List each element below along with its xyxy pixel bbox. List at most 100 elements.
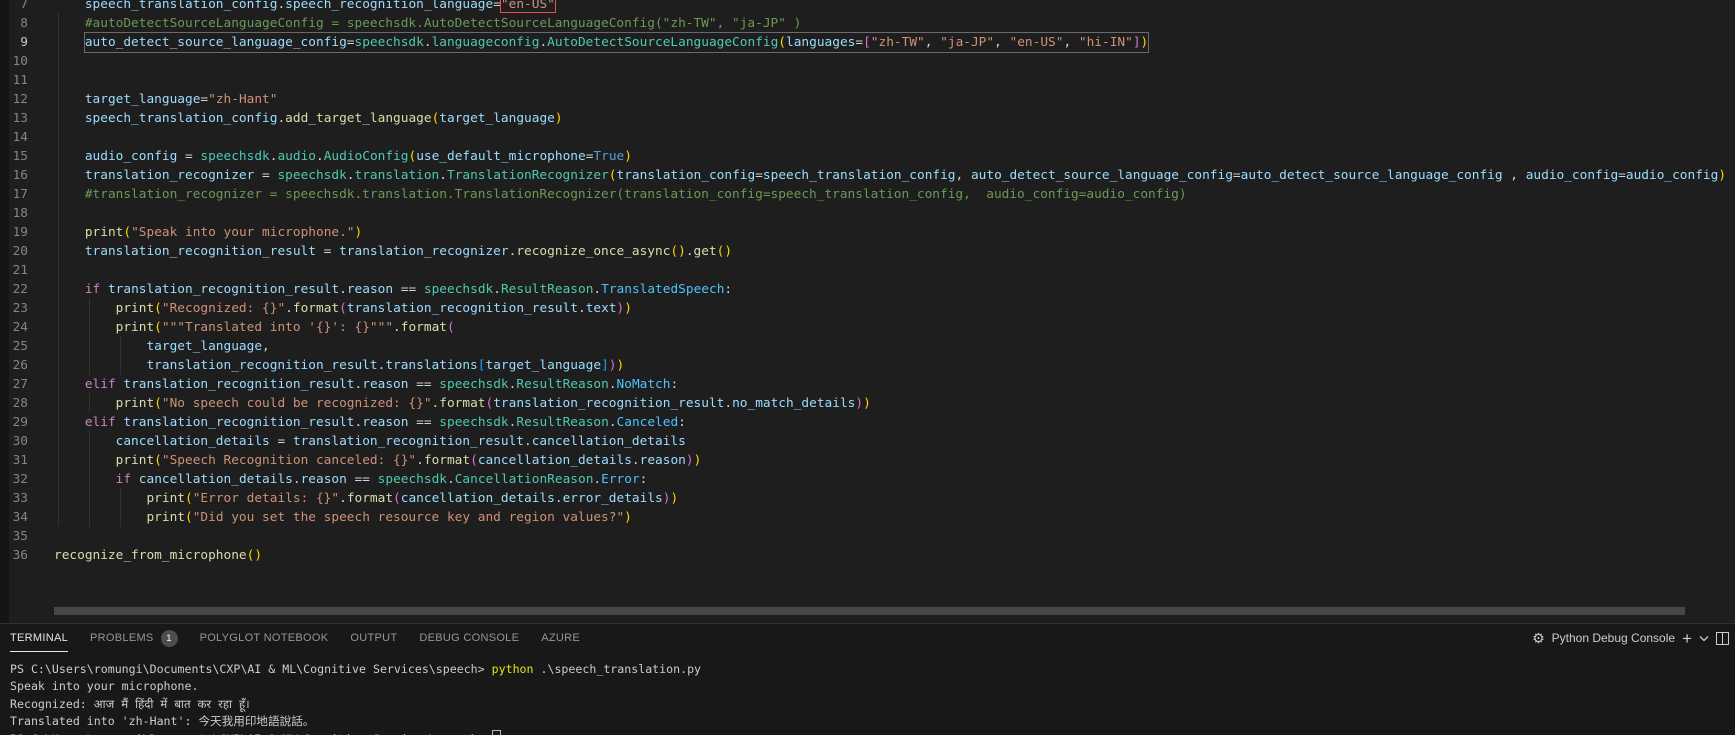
code-line[interactable]: 34 print("Did you set the speech resourc… — [9, 508, 1735, 527]
code-line[interactable]: 29 elif translation_recognition_result. r… — [9, 413, 1735, 432]
panel-tab-debug-console[interactable]: DEBUG CONSOLE — [419, 624, 519, 652]
line-number[interactable]: 11 — [9, 71, 44, 90]
line-number[interactable]: 23 — [9, 299, 44, 318]
line-number[interactable]: 25 — [9, 337, 44, 356]
code-text: translation_recognition_result = transla… — [54, 242, 732, 261]
editor-pane[interactable]: 7 speech_translation_config.speech_recog… — [9, 0, 1735, 623]
line-number[interactable]: 12 — [9, 90, 44, 109]
code-text: recognize_from_microphone() — [54, 546, 262, 565]
line-number[interactable]: 28 — [9, 394, 44, 413]
token: = — [200, 91, 209, 107]
new-terminal-icon[interactable]: + — [1682, 630, 1692, 647]
code-text: print("Did you set the speech resource k… — [54, 508, 631, 527]
code-line[interactable]: 14 — [9, 128, 1735, 147]
code-line[interactable]: 36 recognize_from_microphone() — [9, 546, 1735, 565]
code-line[interactable]: 23 print("Recognized: {}".format(transla… — [9, 299, 1735, 318]
code-line[interactable]: 16 translation_recognizer = speechsdk.tr… — [9, 166, 1735, 185]
line-number[interactable]: 24 — [9, 318, 44, 337]
line-number[interactable]: 26 — [9, 356, 44, 375]
line-number[interactable]: 7 — [9, 0, 44, 14]
panel-tab-azure[interactable]: AZURE — [541, 624, 580, 652]
code-line[interactable]: 15 audio_config = speechsdk.audio.AudioC… — [9, 147, 1735, 166]
code-line[interactable]: 25 target_language, — [9, 337, 1735, 356]
code-text: speech_translation_config.add_target_lan… — [54, 109, 563, 128]
panel-tab-label: TERMINAL — [10, 631, 69, 644]
line-number[interactable]: 13 — [9, 109, 44, 128]
code-line[interactable]: 31 print("Speech Recognition canceled: {… — [9, 451, 1735, 470]
token: NoMatch — [616, 376, 671, 392]
code-line[interactable]: 21 — [9, 261, 1735, 280]
code-line[interactable]: 12 target_language="zh-Hant" — [9, 90, 1735, 109]
code-line[interactable]: 26 translation_recognition_result.transl… — [9, 356, 1735, 375]
line-number[interactable]: 30 — [9, 432, 44, 451]
line-number[interactable]: 19 — [9, 223, 44, 242]
token: : — [639, 471, 648, 487]
line-number[interactable]: 35 — [9, 527, 44, 546]
code-line[interactable]: 22 if translation_recognition_result.rea… — [9, 280, 1735, 299]
vscode-window: 7 speech_translation_config.speech_recog… — [0, 0, 1735, 735]
editor-horizontal-scrollbar[interactable] — [54, 607, 1685, 615]
line-number[interactable]: 16 — [9, 166, 44, 185]
code-line[interactable]: 24 print("""Translated into '{}': {}""".… — [9, 318, 1735, 337]
code-line[interactable]: 8 #autoDetectSourceLanguageConfig = spee… — [9, 14, 1735, 33]
chevron-down-icon[interactable] — [1699, 635, 1709, 642]
line-number[interactable]: 10 — [9, 52, 44, 71]
code-line[interactable]: 17 #translation_recognizer = speechsdk.t… — [9, 185, 1735, 204]
code-line[interactable]: 7 speech_translation_config.speech_recog… — [9, 0, 1735, 14]
code-line[interactable]: 19 print("Speak into your microphone.") — [9, 223, 1735, 242]
split-terminal-icon[interactable] — [1716, 631, 1729, 645]
code-line[interactable]: 32 if cancellation_details.reason == spe… — [9, 470, 1735, 489]
line-number[interactable]: 15 — [9, 147, 44, 166]
token: ( — [778, 34, 787, 50]
code-line[interactable]: 27 elif translation_recognition_result. r… — [9, 375, 1735, 394]
panel-tab-terminal[interactable]: TERMINAL — [10, 624, 69, 652]
panel-tab-polyglot-notebook[interactable]: POLYGLOT NOTEBOOK — [200, 624, 329, 652]
line-number[interactable]: 8 — [9, 14, 44, 33]
token: print — [115, 452, 155, 468]
code-line[interactable]: 30 cancellation_details = translation_re… — [9, 432, 1735, 451]
code-line[interactable]: 11 — [9, 71, 1735, 90]
terminal-output[interactable]: PS C:\Users\romungi\Documents\CXP\AI & M… — [10, 661, 1735, 735]
token: speech_recognition_language — [285, 0, 494, 12]
code-line[interactable]: 9 auto_detect_source_language_config=spe… — [9, 31, 1735, 53]
terminal-toolbar: ⚙ Python Debug Console + — [1532, 624, 1729, 652]
line-number[interactable]: 22 — [9, 280, 44, 299]
token: . — [447, 471, 455, 487]
line-number[interactable]: 27 — [9, 375, 44, 394]
code-line[interactable]: 10 — [9, 52, 1735, 71]
line-number[interactable]: 29 — [9, 413, 44, 432]
line-number[interactable]: 34 — [9, 508, 44, 527]
line-number[interactable]: 36 — [9, 546, 44, 565]
terminal-profile-label[interactable]: Python Debug Console — [1552, 631, 1675, 645]
code-line[interactable]: 13 speech_translation_config.add_target_… — [9, 109, 1735, 128]
code-line[interactable]: 20 translation_recognition_result = tran… — [9, 242, 1735, 261]
line-number[interactable]: 21 — [9, 261, 44, 280]
bottom-panel: TERMINAL PROBLEMS 1 POLYGLOT NOTEBOOK OUTPUT… — [0, 623, 1735, 735]
line-number[interactable]: 32 — [9, 470, 44, 489]
line-number[interactable]: 31 — [9, 451, 44, 470]
panel-tab-output[interactable]: OUTPUT — [350, 624, 397, 652]
panel-tab-problems[interactable]: PROBLEMS 1 — [90, 624, 178, 652]
token: : — [670, 376, 679, 392]
code-text: audio_config = speechsdk.audio.AudioConf… — [54, 147, 632, 166]
code-line[interactable]: 35 — [9, 527, 1735, 546]
token: reason — [639, 452, 686, 468]
code-text: cancellation_details = translation_recog… — [54, 432, 686, 451]
code-line[interactable]: 33 print("Error details: {}".format(canc… — [9, 489, 1735, 508]
code-text: print("""Translated into '{}': {}""".for… — [54, 318, 455, 337]
line-number[interactable]: 17 — [9, 185, 44, 204]
code-line[interactable]: 28 print("No speech could be recognized:… — [9, 394, 1735, 413]
line-number[interactable]: 18 — [9, 204, 44, 223]
line-number[interactable]: 14 — [9, 128, 44, 147]
line-number[interactable]: 9 — [9, 33, 44, 52]
gear-icon[interactable]: ⚙ — [1532, 631, 1545, 645]
token: "zh-Hant" — [208, 91, 278, 107]
token: ) — [554, 110, 563, 126]
line-number[interactable]: 33 — [9, 489, 44, 508]
token: target_language — [146, 338, 263, 354]
token: ResultReason — [500, 281, 594, 297]
token: "hi-IN" — [1078, 34, 1133, 50]
code-line[interactable]: 18 — [9, 204, 1735, 223]
line-number[interactable]: 20 — [9, 242, 44, 261]
